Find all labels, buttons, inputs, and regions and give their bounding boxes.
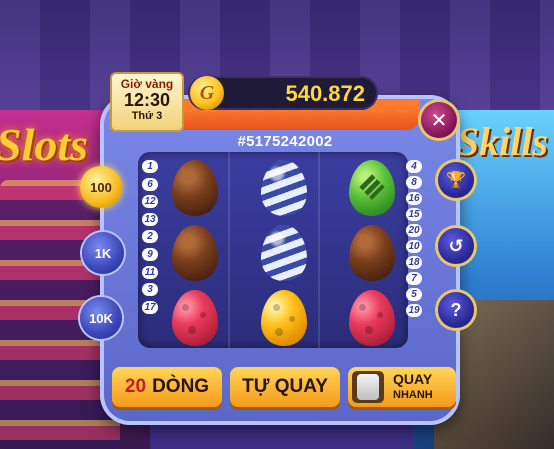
golden-hour-time: 12:30 <box>123 90 171 110</box>
line-number[interactable]: 17 <box>142 300 158 314</box>
line-number[interactable]: 15 <box>406 208 422 221</box>
reel-divider <box>318 152 320 348</box>
lines-button[interactable]: 20 DÒNG <box>112 367 222 407</box>
lines-count: 20 <box>124 376 147 397</box>
line-numbers-left: 1 6 12 13 2 9 11 3 17 <box>142 160 158 314</box>
line-number[interactable]: 7 <box>406 272 422 285</box>
line-number[interactable]: 10 <box>406 240 422 253</box>
game-session-id: #5175242002 <box>237 133 333 150</box>
bet-chip-1k[interactable]: 1K <box>82 232 124 274</box>
line-number[interactable]: 9 <box>142 247 158 261</box>
gold-coin-icon: G <box>190 76 224 110</box>
line-number[interactable]: 20 <box>406 224 422 237</box>
reel-divider <box>228 152 230 348</box>
line-number[interactable]: 6 <box>142 177 158 191</box>
line-number[interactable]: 5 <box>406 288 422 301</box>
line-number[interactable]: 1 <box>142 160 158 173</box>
line-number[interactable]: 16 <box>406 192 422 205</box>
close-button[interactable]: ✕ <box>421 102 457 138</box>
line-number[interactable]: 8 <box>406 176 422 189</box>
line-number[interactable]: 11 <box>142 265 158 279</box>
quick-spin-sublabel: NHANH <box>393 389 433 401</box>
line-number[interactable]: 3 <box>142 283 158 297</box>
line-number[interactable]: 2 <box>142 230 158 244</box>
trophy-button[interactable]: 🏆 <box>438 162 474 198</box>
line-number[interactable]: 13 <box>142 212 158 226</box>
history-button[interactable]: ↺ <box>438 228 474 264</box>
quick-spin-label: QUAY <box>393 371 433 387</box>
golden-hour-box: Giờ vàng 12:30 Thứ 3 <box>110 72 184 132</box>
line-number[interactable]: 18 <box>406 256 422 269</box>
line-number[interactable]: 12 <box>142 195 158 209</box>
bet-chip-10k[interactable]: 10K <box>80 297 122 339</box>
toggle-knob <box>357 374 379 400</box>
slots-title: Slots <box>0 119 89 170</box>
golden-hour-day: Thứ 3 <box>131 110 163 122</box>
skills-title: Skills <box>456 119 548 164</box>
golden-hour-title: Giờ vàng <box>120 77 174 91</box>
line-number[interactable]: 19 <box>406 304 422 317</box>
lines-label: DÒNG <box>152 376 210 397</box>
bet-chip-100[interactable]: 100 <box>80 166 122 208</box>
line-numbers-right: 4 8 16 15 20 10 18 7 5 19 <box>406 160 422 317</box>
balance-amount: 540.872 <box>285 81 365 106</box>
auto-spin-button[interactable]: TỰ QUAY <box>230 367 340 407</box>
help-button[interactable]: ? <box>438 292 474 328</box>
line-number[interactable]: 4 <box>406 160 422 173</box>
